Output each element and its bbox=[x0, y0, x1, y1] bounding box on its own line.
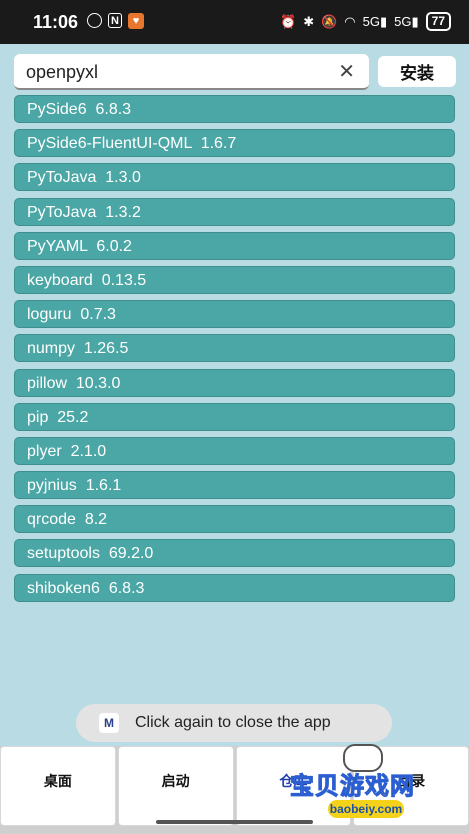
list-item[interactable]: PySide6-FluentUI-QML 1.6.7 bbox=[14, 129, 455, 158]
signal-icon-2: 5G▮ bbox=[394, 13, 419, 29]
home-indicator[interactable] bbox=[156, 820, 313, 824]
watermark-text: 宝贝游戏网 bbox=[290, 772, 415, 801]
notification-icons: N ♥ bbox=[87, 13, 144, 29]
bluetooth-icon: ✱ bbox=[303, 13, 315, 29]
status-time: 11:06 bbox=[33, 12, 79, 32]
toast-text: Click again to close the app bbox=[135, 714, 331, 731]
list-item[interactable]: PyToJava 1.3.2 bbox=[14, 197, 455, 226]
list-item[interactable]: shiboken6 6.8.3 bbox=[14, 573, 455, 602]
search-box[interactable]: ✕ bbox=[14, 54, 369, 90]
lens-icon bbox=[87, 13, 102, 28]
list-item[interactable]: numpy 1.26.5 bbox=[14, 334, 455, 363]
battery-icon: 77 bbox=[425, 12, 451, 31]
list-item[interactable]: pillow 10.3.0 bbox=[14, 368, 455, 397]
nfc-icon: N bbox=[108, 13, 122, 28]
status-bar: 11:06 N ♥ ⏰ ✱ 🔕 ◠ 5G▮ 5G▮ 77 bbox=[0, 0, 469, 44]
list-item[interactable]: loguru 0.7.3 bbox=[14, 300, 455, 329]
wifi-icon: ◠ bbox=[344, 13, 356, 29]
app-logo-icon: M bbox=[99, 713, 119, 733]
network-label-2: 5G bbox=[394, 13, 412, 29]
watermark-logo: 宝贝游戏网 baobeiy.com bbox=[290, 744, 450, 834]
list-item[interactable]: PyToJava 1.3.0 bbox=[14, 163, 455, 192]
list-item[interactable]: qrcode 8.2 bbox=[14, 505, 455, 534]
signal-icon: 5G▮ bbox=[362, 13, 388, 29]
list-item[interactable]: plyer 2.1.0 bbox=[14, 436, 455, 465]
app-notification-icon: ♥ bbox=[128, 13, 144, 29]
network-label-1: 5G bbox=[362, 13, 380, 29]
watermark-url: baobeiy.com bbox=[328, 800, 404, 818]
nav-desktop-button[interactable]: 桌面 bbox=[0, 746, 116, 826]
install-button[interactable]: 安装 bbox=[378, 56, 456, 87]
alarm-icon: ⏰ bbox=[280, 13, 297, 29]
close-icon[interactable]: ✕ bbox=[338, 59, 355, 84]
list-item[interactable]: pyjnius 1.6.1 bbox=[14, 471, 455, 500]
list-item[interactable]: PyYAML 6.0.2 bbox=[14, 231, 455, 260]
mute-icon: 🔕 bbox=[321, 13, 338, 29]
nav-launch-button[interactable]: 启动 bbox=[117, 746, 234, 826]
search-input[interactable] bbox=[14, 54, 328, 90]
list-item[interactable]: pip 25.2 bbox=[14, 402, 455, 431]
list-item[interactable]: setuptools 69.2.0 bbox=[14, 539, 455, 568]
toast: M Click again to close the app bbox=[76, 704, 392, 742]
list-item[interactable]: keyboard 0.13.5 bbox=[14, 265, 455, 294]
status-indicators: ⏰ ✱ 🔕 ◠ 5G▮ 5G▮ 77 bbox=[280, 12, 451, 31]
package-list: PySide6 6.8.3 PySide6-FluentUI-QML 1.6.7… bbox=[14, 95, 455, 608]
list-item[interactable]: PySide6 6.8.3 bbox=[14, 95, 455, 123]
